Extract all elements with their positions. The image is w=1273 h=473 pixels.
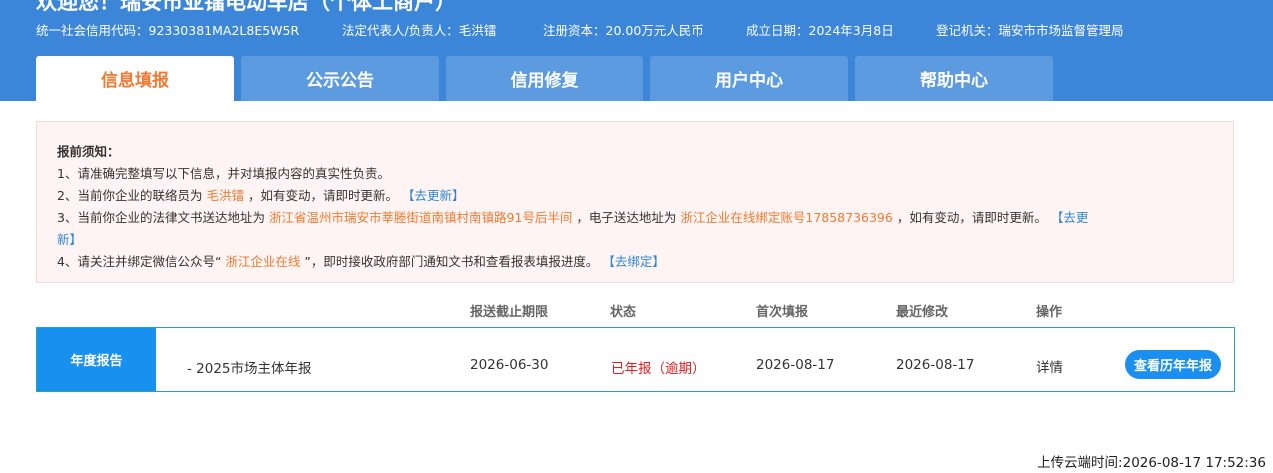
service-address: 浙江省温州市瑞安市莘塍街道南镇村南镇路91号后半间 (268, 210, 573, 225)
page-header: 欢迎您！瑞安市亚镭电动车店（个体工商户） 统一社会信用代码：92330381MA… (0, 0, 1273, 101)
registration-authority: 登记机关：瑞安市市场监督管理局 (936, 23, 1124, 38)
report-name: - 2025市场主体年报 (187, 361, 312, 377)
notice-item-3-wrap: 新】 (57, 229, 82, 248)
legal-representative: 法定代表人/负责人：毛洪镭 (342, 23, 497, 38)
report-last-modified: 2026-08-17 (896, 357, 975, 373)
header-action: 操作 (1036, 305, 1063, 320)
notice-item-2-prefix: 2、当前你企业的联络员为 (57, 188, 203, 203)
notice-item-3-middle: ，电子送达地址为 (576, 210, 677, 225)
annual-report-row: 年度报告 - 2025市场主体年报 2026-06-30 已年报（逾期） 202… (36, 327, 1235, 392)
welcome-title: 欢迎您！瑞安市亚镭电动车店（个体工商户） (36, 0, 456, 14)
wechat-account-name: 浙江企业在线 (225, 254, 301, 269)
header-last-modified: 最近修改 (896, 305, 949, 320)
bind-wechat-link[interactable]: 【去绑定】 (602, 254, 665, 269)
notice-item-2: 2、当前你企业的联络员为 毛洪镭 ，如有变动，请即时更新。 【去更新】 (57, 185, 464, 204)
header-status: 状态 (610, 305, 637, 320)
detail-link[interactable]: 详情 (1036, 356, 1063, 376)
pre-report-notice: 报前须知： 1、请准确完整填写以下信息，并对填报内容的真实性负责。 2、当前你企… (36, 121, 1234, 283)
registered-capital: 注册资本：20.00万元人民币 (543, 23, 704, 38)
notice-item-4-prefix: 4、请关注并绑定微信公众号“ (57, 254, 222, 269)
established-date: 成立日期：2024年3月8日 (746, 23, 894, 38)
header-deadline: 报送截止期限 (470, 305, 549, 320)
view-history-reports-button[interactable]: 查看历年年报 (1125, 350, 1221, 379)
notice-title: 报前须知： (57, 144, 120, 159)
notice-item-1: 1、请准确完整填写以下信息，并对填报内容的真实性负责。 (57, 166, 390, 181)
tab-public-announcements[interactable]: 公示公告 (241, 56, 439, 101)
electronic-address: 浙江企业在线绑定账号17858736396 (680, 210, 893, 225)
update-liaison-link[interactable]: 【去更新】 (402, 188, 465, 203)
annual-report-label: 年度报告 (37, 328, 156, 391)
tab-credit-repair[interactable]: 信用修复 (446, 56, 643, 101)
notice-item-4-suffix: ”，即时接收政府部门通知文书和查看报表填报进度。 (304, 254, 599, 269)
report-deadline: 2026-06-30 (470, 357, 549, 373)
notice-item-3-suffix: ，如有变动，请即时更新。 (896, 210, 1047, 225)
report-status: 已年报（逾期） (611, 361, 706, 377)
liaison-name: 毛洪镭 (206, 188, 244, 203)
tab-info-filing[interactable]: 信息填报 (36, 56, 234, 101)
notice-item-3: 3、当前你企业的法律文书送达地址为 浙江省温州市瑞安市莘塍街道南镇村南镇路91号… (57, 207, 1088, 226)
upload-time: 上传云端时间:2026-08-17 17:52:36 (1037, 455, 1266, 471)
notice-item-2-suffix: ，如有变动，请即时更新。 (247, 188, 398, 203)
update-address-link[interactable]: 【去更 (1051, 210, 1089, 225)
tab-help-center[interactable]: 帮助中心 (855, 56, 1053, 101)
tab-user-center[interactable]: 用户中心 (650, 56, 848, 101)
report-first-filing: 2026-08-17 (756, 357, 835, 373)
notice-item-3-prefix: 3、当前你企业的法律文书送达地址为 (57, 210, 265, 225)
notice-item-4: 4、请关注并绑定微信公众号“ 浙江企业在线 ”，即时接收政府部门通知文书和查看报… (57, 251, 665, 270)
update-address-link-cont[interactable]: 新】 (57, 232, 82, 247)
header-first-filing: 首次填报 (756, 305, 809, 320)
company-info-row: 统一社会信用代码：92330381MA2L8E5W5R 法定代表人/负责人：毛洪… (0, 20, 1273, 38)
credit-code: 统一社会信用代码：92330381MA2L8E5W5R (36, 23, 300, 38)
